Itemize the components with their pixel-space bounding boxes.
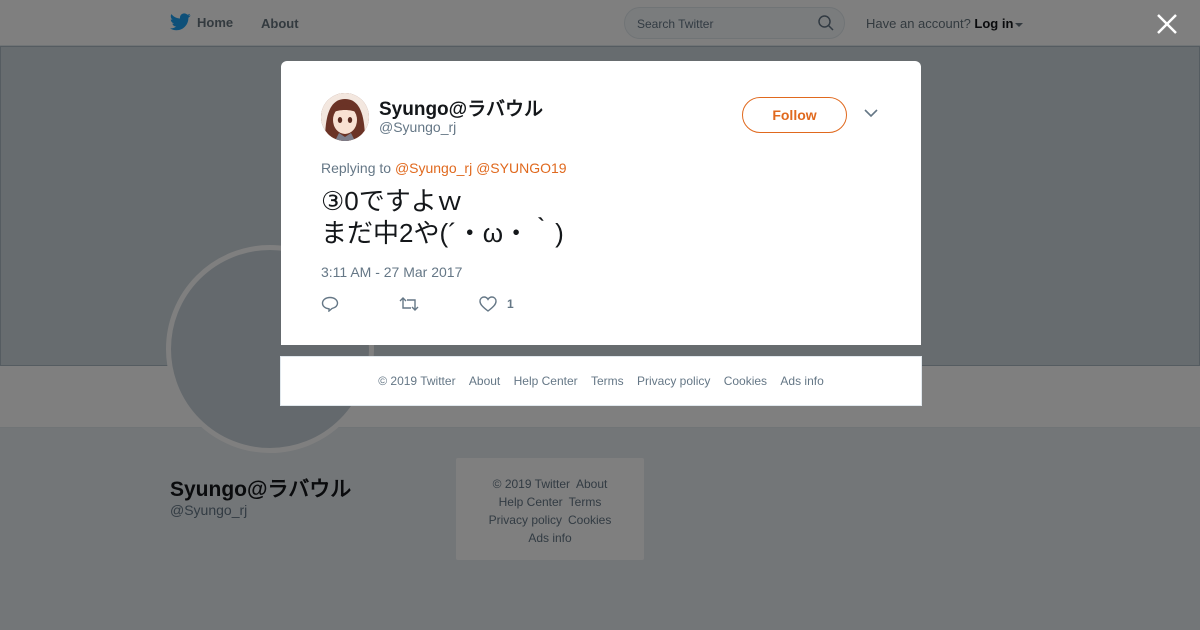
tweet-text: ③0ですよｗ まだ中2や(´・ω・｀) <box>321 186 564 248</box>
tweet-actions: 1 <box>321 296 574 312</box>
reply-mention-link[interactable]: @SYUNGO19 <box>476 160 566 176</box>
like-count: 1 <box>507 297 514 311</box>
footer-copyright: © 2019 Twitter <box>378 374 456 388</box>
footer-terms-link[interactable]: Terms <box>591 374 624 388</box>
replying-prefix: Replying to <box>321 160 392 176</box>
heart-icon <box>479 296 497 312</box>
footer-help-link[interactable]: Help Center <box>514 374 578 388</box>
footer-privacy-link[interactable]: Privacy policy <box>637 374 710 388</box>
tweet-timestamp[interactable]: 3:11 AM - 27 Mar 2017 <box>321 264 462 280</box>
reply-button[interactable] <box>321 296 339 312</box>
author-avatar[interactable] <box>321 93 369 141</box>
like-button[interactable]: 1 <box>479 296 514 312</box>
chevron-down-icon[interactable] <box>864 108 878 118</box>
replying-to: Replying to @Syungo_rj @SYUNGO19 <box>321 160 567 176</box>
author-handle[interactable]: @Syungo_rj <box>379 119 456 135</box>
modal-footer: © 2019 Twitter About Help Center Terms P… <box>280 356 922 406</box>
author-name[interactable]: Syungo@ラバウル <box>379 94 543 121</box>
footer-cookies-link[interactable]: Cookies <box>724 374 767 388</box>
footer-about-link[interactable]: About <box>469 374 500 388</box>
tweet-modal: Syungo@ラバウル @Syungo_rj Follow Replying t… <box>281 61 921 345</box>
retweet-button[interactable] <box>399 296 419 312</box>
close-icon[interactable] <box>1155 12 1179 36</box>
retweet-icon <box>399 297 419 311</box>
reply-mention-link[interactable]: @Syungo_rj <box>395 160 472 176</box>
follow-button[interactable]: Follow <box>742 97 847 133</box>
footer-ads-link[interactable]: Ads info <box>780 374 823 388</box>
reply-icon <box>321 296 339 312</box>
